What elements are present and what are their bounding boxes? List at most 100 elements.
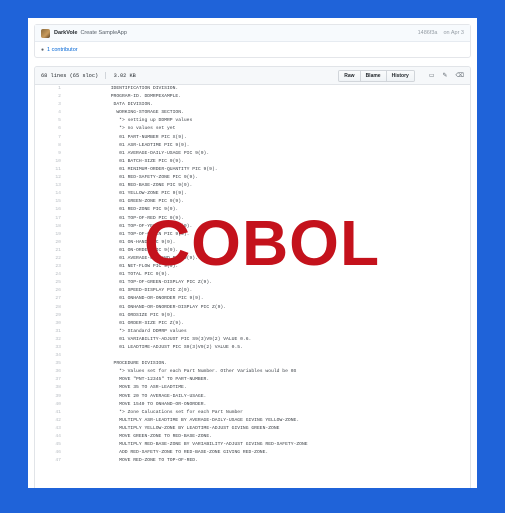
pencil-icon[interactable]: ✎ bbox=[442, 72, 447, 79]
line-content: MULTIPLY ASR-LEADTIME BY AVERAGE-DAILY-U… bbox=[91, 417, 300, 423]
line-number[interactable]: 3 bbox=[35, 101, 61, 109]
line-number[interactable]: 7 bbox=[35, 134, 61, 142]
line-number[interactable]: 34 bbox=[35, 352, 61, 360]
line-number[interactable]: 19 bbox=[35, 231, 61, 239]
line-number[interactable]: 45 bbox=[35, 441, 61, 449]
line-number[interactable]: 46 bbox=[35, 449, 61, 457]
line-number[interactable]: 28 bbox=[35, 304, 61, 312]
line-number[interactable]: 43 bbox=[35, 425, 61, 433]
line-number[interactable]: 4 bbox=[35, 109, 61, 117]
contributors-link[interactable]: 1 contributor bbox=[47, 47, 78, 53]
line-number[interactable]: 29 bbox=[35, 312, 61, 320]
line-content: 01 GREEN-ZONE PIC 9(9). bbox=[91, 199, 184, 205]
code-line: 30 01 ORDER-SIZE PIC Z(9). bbox=[35, 320, 470, 328]
code-line: 8 01 ASR-LEADTIME PIC 9(9). bbox=[35, 142, 470, 150]
commit-author-link[interactable]: DarkVole bbox=[54, 30, 77, 36]
code-line: 2 PROGRAM-ID. DDMRPEXAMPLE. bbox=[35, 93, 470, 101]
line-content: MULTIPLY RED-BASE-ZONE BY VARIABILITY-AD… bbox=[91, 442, 308, 448]
line-number[interactable]: 11 bbox=[35, 166, 61, 174]
line-number[interactable]: 32 bbox=[35, 336, 61, 344]
line-number[interactable]: 37 bbox=[35, 376, 61, 384]
code-line: 4 WORKING-STORAGE SECTION. bbox=[35, 109, 470, 117]
commit-meta: 1486f3a on Apr 3 bbox=[418, 30, 464, 36]
code-line: 5 *> setting up DDMRP values bbox=[35, 117, 470, 125]
code-line: 3 DATA DIVISION. bbox=[35, 101, 470, 109]
line-number[interactable]: 33 bbox=[35, 344, 61, 352]
line-number[interactable]: 13 bbox=[35, 182, 61, 190]
code-line: 33 01 LEADTIME-ADJUST PIC S9(3)V9(2) VAL… bbox=[35, 344, 470, 352]
code-line: 38 MOVE 35 TO ASR-LEADTIME. bbox=[35, 384, 470, 392]
line-content bbox=[61, 352, 91, 360]
people-icon: ● bbox=[41, 47, 45, 53]
line-number[interactable]: 41 bbox=[35, 409, 61, 417]
line-number[interactable]: 6 bbox=[35, 125, 61, 133]
line-number[interactable]: 30 bbox=[35, 320, 61, 328]
line-content: 01 LEADTIME-ADJUST PIC S9(3)V9(2) VALUE … bbox=[91, 345, 243, 350]
line-number[interactable]: 42 bbox=[35, 417, 61, 425]
commit-hash-link[interactable]: 1486f3a bbox=[418, 30, 438, 36]
avatar[interactable] bbox=[41, 28, 50, 38]
line-content: 01 MINIMUM-ORDER-QUANTITY PIC 9(9). bbox=[91, 166, 218, 172]
line-number[interactable]: 24 bbox=[35, 271, 61, 279]
commit-message-link[interactable]: Create SampleApp bbox=[80, 30, 126, 36]
code-line: 35 PROCEDURE DIVISION. bbox=[35, 360, 470, 368]
line-number[interactable]: 16 bbox=[35, 206, 61, 214]
line-number[interactable]: 2 bbox=[35, 93, 61, 101]
line-number[interactable]: 31 bbox=[35, 328, 61, 336]
commit-date: on Apr 3 bbox=[443, 30, 465, 36]
code-line: 29 01 ORDSIZE PIC 9(9). bbox=[35, 312, 470, 320]
file-actions: Raw Blame History ▭ ✎ ⌫ bbox=[338, 69, 464, 82]
line-number[interactable]: 36 bbox=[35, 368, 61, 376]
line-number[interactable]: 15 bbox=[35, 198, 61, 206]
latest-commit-box: DarkVole Create SampleApp 1486f3a on Apr… bbox=[34, 24, 471, 58]
blame-button[interactable]: Blame bbox=[360, 70, 387, 81]
line-number[interactable]: 9 bbox=[35, 150, 61, 158]
raw-button[interactable]: Raw bbox=[339, 70, 361, 81]
code-line: 27 01 ONHAND-OR-ONORDER PIC 9(9). bbox=[35, 295, 470, 303]
line-number[interactable]: 8 bbox=[35, 142, 61, 150]
line-content: IDENTIFICATION DIVISION. bbox=[91, 86, 179, 91]
file-lines-info: 68 lines (65 sloc) bbox=[41, 72, 99, 79]
line-number[interactable]: 12 bbox=[35, 174, 61, 182]
code-line: 7 01 PART-NUMBER PIC X(9). bbox=[35, 134, 470, 142]
code-line: 34 bbox=[35, 352, 470, 360]
code-line: 41 *> Zone Calucations set for each Part… bbox=[35, 409, 470, 417]
line-content: 01 SPEED-DISPLAY PIC Z(9). bbox=[91, 288, 193, 294]
line-content: *> Zone Calucations set for each Part Nu… bbox=[91, 409, 243, 415]
line-number[interactable]: 17 bbox=[35, 215, 61, 223]
line-content: *> Values set for each Part Number. Othe… bbox=[91, 369, 297, 375]
line-number[interactable]: 5 bbox=[35, 117, 61, 125]
line-content: 01 ONHAND-OR-ONORDER PIC 9(9). bbox=[91, 296, 204, 302]
line-number[interactable]: 1 bbox=[35, 85, 61, 93]
line-content: *> no values set yet bbox=[91, 126, 176, 132]
line-number[interactable]: 40 bbox=[35, 401, 61, 409]
history-button[interactable]: History bbox=[386, 70, 414, 81]
line-number[interactable]: 26 bbox=[35, 287, 61, 295]
line-number[interactable]: 44 bbox=[35, 433, 61, 441]
line-content: DATA DIVISION. bbox=[91, 102, 153, 108]
line-number[interactable]: 27 bbox=[35, 295, 61, 303]
line-number[interactable]: 39 bbox=[35, 393, 61, 401]
line-number[interactable]: 21 bbox=[35, 247, 61, 255]
line-number[interactable]: 10 bbox=[35, 158, 61, 166]
line-number[interactable]: 47 bbox=[35, 457, 61, 465]
code-line: 32 01 VARIABILITY-ADJUST PIC S9(3)V9(2) … bbox=[35, 336, 470, 344]
trash-icon[interactable]: ⌫ bbox=[456, 72, 464, 79]
code-line: 6 *> no values set yet bbox=[35, 125, 470, 133]
line-number[interactable]: 20 bbox=[35, 239, 61, 247]
line-number[interactable]: 25 bbox=[35, 279, 61, 287]
line-number[interactable]: 18 bbox=[35, 223, 61, 231]
line-number[interactable]: 35 bbox=[35, 360, 61, 368]
line-content: *> setting up DDMRP values bbox=[91, 118, 193, 124]
line-number[interactable]: 14 bbox=[35, 190, 61, 198]
line-content: 01 TOP-OF-GREEN-DISPLAY PIC Z(9). bbox=[91, 280, 212, 286]
line-content: 01 BATCH-SIZE PIC 9(9). bbox=[91, 158, 184, 164]
code-line: 39 MOVE 20 TO AVERAGE-DAILY-USAGE. bbox=[35, 393, 470, 401]
line-number[interactable]: 23 bbox=[35, 263, 61, 271]
line-content: MULTIPLY YELLOW-ZONE BY LEADTIME-ADJUST … bbox=[91, 425, 280, 431]
file-view-buttons: Raw Blame History bbox=[338, 69, 415, 82]
line-number[interactable]: 22 bbox=[35, 255, 61, 263]
desktop-icon[interactable]: ▭ bbox=[429, 72, 435, 79]
line-number[interactable]: 38 bbox=[35, 384, 61, 392]
line-content: 01 AVERAGE-DAILY-USAGE PIC 9(9). bbox=[91, 150, 210, 156]
